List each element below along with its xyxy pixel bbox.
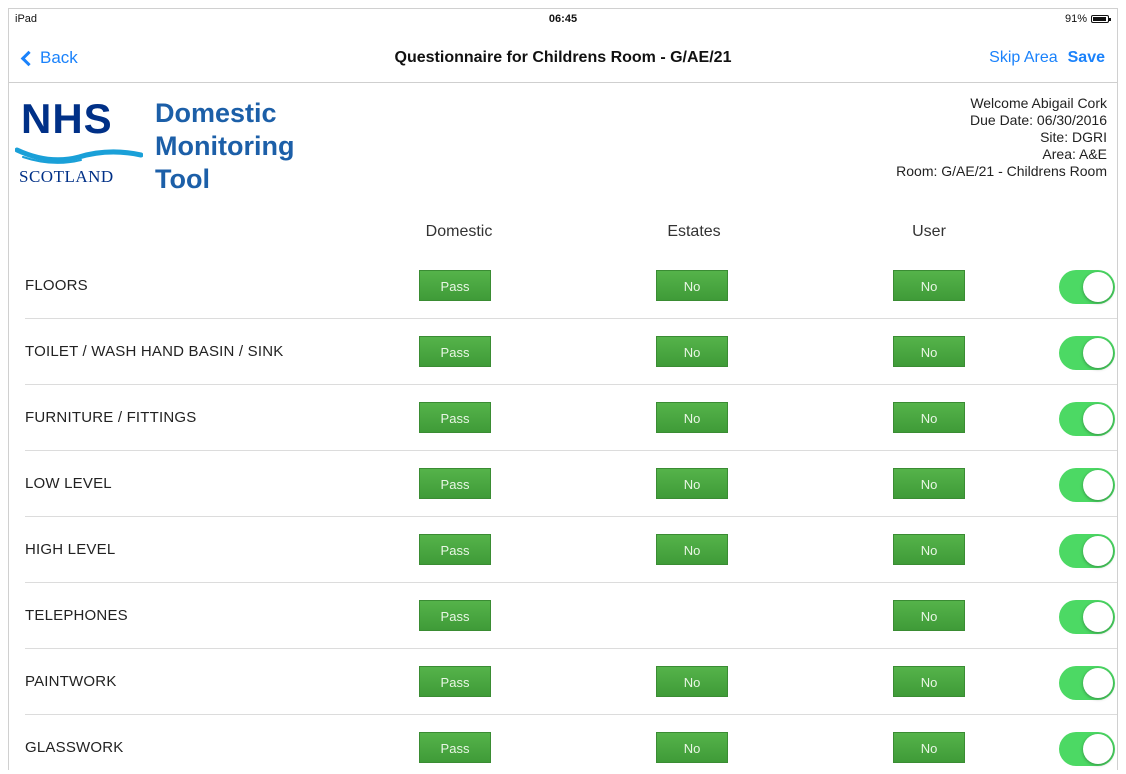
user-result-button[interactable]: No (893, 270, 965, 301)
user-result-button[interactable]: No (893, 336, 965, 367)
row-toggle[interactable] (1059, 534, 1115, 568)
nav-actions: Skip Area Save (989, 49, 1105, 67)
domestic-result-button[interactable]: Pass (419, 534, 491, 565)
estates-result-button[interactable]: No (656, 468, 728, 499)
user-result-button[interactable]: No (893, 534, 965, 565)
row-toggle[interactable] (1059, 468, 1115, 502)
page-title: Questionnaire for Childrens Room - G/AE/… (394, 49, 732, 66)
estates-result-button[interactable]: No (656, 270, 728, 301)
user-result-button[interactable]: No (893, 600, 965, 631)
row-toggle[interactable] (1059, 402, 1115, 436)
row-toggle[interactable] (1059, 600, 1115, 634)
user-info-panel: Welcome Abigail Cork Due Date: 06/30/201… (896, 95, 1107, 180)
list-item: FURNITURE / FITTINGS Pass No No (25, 385, 1117, 451)
list-item: HIGH LEVEL Pass No No (25, 517, 1117, 583)
site-text: Site: DGRI (1040, 129, 1107, 145)
user-result-button[interactable]: No (893, 402, 965, 433)
estates-result-button[interactable]: No (656, 402, 728, 433)
user-result-button[interactable]: No (893, 468, 965, 499)
user-result-button[interactable]: No (893, 732, 965, 763)
domestic-result-button[interactable]: Pass (419, 336, 491, 367)
row-toggle[interactable] (1059, 732, 1115, 766)
battery-indicator: 91% (1064, 13, 1111, 25)
list-item: GLASSWORK Pass No No (25, 715, 1117, 770)
app-title-line3: Tool (155, 164, 210, 194)
app-window: iPad 06:45 91% Back Questionnaire for Ch… (8, 8, 1118, 770)
battery-percent: 91% (1064, 13, 1087, 25)
domestic-result-button[interactable]: Pass (419, 402, 491, 433)
app-title-line1: Domestic (155, 98, 277, 128)
list-item: PAINTWORK Pass No No (25, 649, 1117, 715)
list-item: TOILET / WASH HAND BASIN / SINK Pass No … (25, 319, 1117, 385)
app-title-line2: Monitoring (155, 131, 295, 161)
logo-scotland-text: SCOTLAND (19, 167, 114, 186)
list-item: LOW LEVEL Pass No No (25, 451, 1117, 517)
questionnaire-list: FLOORS Pass No No TOILET / WASH HAND BAS… (9, 253, 1117, 770)
list-item: TELEPHONES Pass No (25, 583, 1117, 649)
column-header-user: User (912, 223, 946, 240)
domestic-result-button[interactable]: Pass (419, 270, 491, 301)
logo-nhs-text: NHS (21, 95, 113, 142)
domestic-result-button[interactable]: Pass (419, 600, 491, 631)
row-toggle[interactable] (1059, 270, 1115, 304)
app-title: Domestic Monitoring Tool (155, 97, 294, 196)
row-label: HIGH LEVEL (25, 541, 116, 558)
domestic-result-button[interactable]: Pass (419, 732, 491, 763)
row-label: TOILET / WASH HAND BASIN / SINK (25, 343, 284, 360)
row-label: FLOORS (25, 277, 88, 294)
list-item: FLOORS Pass No No (25, 253, 1117, 319)
welcome-text: Welcome Abigail Cork (970, 95, 1107, 111)
navigation-bar: Back Questionnaire for Childrens Room - … (9, 31, 1117, 83)
column-header-domestic: Domestic (425, 223, 493, 240)
row-label: FURNITURE / FITTINGS (25, 409, 197, 426)
row-toggle[interactable] (1059, 336, 1115, 370)
logo-wave-icon (15, 147, 143, 164)
user-result-button[interactable]: No (893, 666, 965, 697)
row-label: LOW LEVEL (25, 475, 112, 492)
domestic-result-button[interactable]: Pass (419, 666, 491, 697)
nhs-scotland-logo: NHS SCOTLAND (15, 95, 145, 190)
battery-icon (1091, 15, 1111, 23)
save-button[interactable]: Save (1068, 49, 1105, 67)
column-header-estates: Estates (667, 223, 721, 240)
row-label: PAINTWORK (25, 673, 117, 690)
room-text: Room: G/AE/21 - Childrens Room (896, 163, 1107, 179)
area-text: Area: A&E (1042, 146, 1107, 162)
estates-result-button[interactable]: No (656, 336, 728, 367)
row-label: TELEPHONES (25, 607, 128, 624)
row-toggle[interactable] (1059, 666, 1115, 700)
domestic-result-button[interactable]: Pass (419, 468, 491, 499)
status-bar: iPad 06:45 91% (9, 9, 1117, 29)
estates-result-button[interactable]: No (656, 534, 728, 565)
due-date-text: Due Date: 06/30/2016 (970, 112, 1107, 128)
status-time: 06:45 (548, 13, 578, 25)
estates-result-button[interactable]: No (656, 666, 728, 697)
row-label: GLASSWORK (25, 739, 124, 756)
skip-area-button[interactable]: Skip Area (989, 49, 1057, 67)
app-header: NHS SCOTLAND Domestic Monitoring Tool We… (9, 85, 1117, 205)
estates-result-button[interactable]: No (656, 732, 728, 763)
